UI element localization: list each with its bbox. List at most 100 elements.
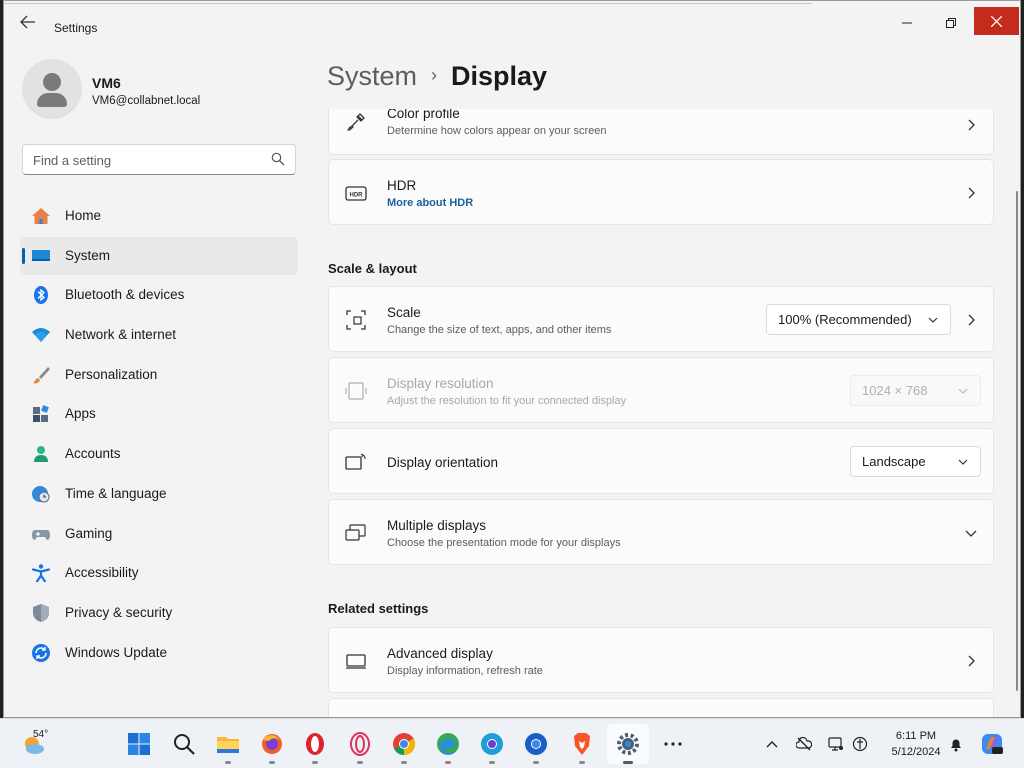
running-indicator <box>269 761 275 764</box>
svg-text:HDR: HDR <box>350 193 364 199</box>
sidebar-item-accounts[interactable]: Accounts <box>20 435 298 473</box>
sidebar-item-windows-update[interactable]: Windows Update <box>20 634 298 672</box>
sidebar-item-apps[interactable]: Apps <box>20 395 298 433</box>
eyedropper-icon <box>346 113 365 131</box>
chevron-right-icon[interactable] <box>965 314 977 326</box>
resolution-dropdown: 1024 × 768 <box>850 375 981 406</box>
accessibility-tray-icon[interactable] <box>852 736 868 752</box>
running-indicator <box>312 761 318 764</box>
running-indicator <box>401 761 407 764</box>
sidebar-item-accessibility[interactable]: Accessibility <box>20 554 298 592</box>
user-email: VM6@collabnet.local <box>92 95 201 107</box>
color-profile-card[interactable]: Color profile Determine how colors appea… <box>328 109 994 155</box>
multiple-displays-card[interactable]: Multiple displays Choose the presentatio… <box>328 499 994 565</box>
taskbar: 54° 6:11 PM 5/12/2024 <box>0 718 1024 768</box>
page-title: Display <box>451 61 548 91</box>
card-subtitle: Choose the presentation mode for your di… <box>387 537 621 549</box>
sidebar-item-label: Accessibility <box>65 565 139 581</box>
chromium-icon[interactable] <box>480 732 504 756</box>
sidebar-item-privacy[interactable]: Privacy & security <box>20 594 298 632</box>
clock[interactable]: 6:11 PM 5/12/2024 <box>886 728 946 760</box>
hdr-icon: HDR <box>345 186 367 201</box>
advanced-display-card[interactable]: Advanced display Display information, re… <box>328 627 994 693</box>
opera-icon[interactable] <box>303 732 327 756</box>
next-card[interactable] <box>328 698 994 717</box>
weather-temp: 54° <box>33 729 49 740</box>
clock-date: 5/12/2024 <box>891 746 941 758</box>
brave-icon[interactable] <box>570 732 594 756</box>
settings-icon[interactable] <box>616 732 640 756</box>
edge-icon[interactable] <box>436 732 460 756</box>
search-icon <box>271 152 285 166</box>
wifi-icon <box>32 328 50 343</box>
sidebar-item-label: Network & internet <box>65 327 177 343</box>
gamepad-icon <box>32 529 50 540</box>
hdr-card[interactable]: HDR HDR More about HDR <box>328 159 994 225</box>
resolution-value: 1024 × 768 <box>862 383 928 398</box>
opera-gx-icon[interactable] <box>348 732 372 756</box>
sidebar-item-personalization[interactable]: Personalization <box>20 356 298 394</box>
arrow-left-icon <box>20 15 35 29</box>
close-button[interactable] <box>974 7 1019 35</box>
shield-icon <box>33 603 49 622</box>
scale-dropdown[interactable]: 100% (Recommended) <box>766 304 951 335</box>
copilot-icon[interactable] <box>980 732 1004 756</box>
card-title: HDR <box>387 178 417 193</box>
more-icon[interactable] <box>661 732 685 756</box>
restore-icon <box>946 18 956 28</box>
system-icon <box>32 249 50 261</box>
sidebar-item-gaming[interactable]: Gaming <box>20 515 298 553</box>
clock-time: 6:11 PM <box>895 730 937 742</box>
start-icon[interactable] <box>127 732 151 756</box>
orientation-dropdown[interactable]: Landscape <box>850 446 981 477</box>
back-button[interactable] <box>18 15 38 31</box>
chrome-dev-icon[interactable] <box>524 732 548 756</box>
apps-icon <box>33 405 49 423</box>
more-about-hdr-link[interactable]: More about HDR <box>387 197 473 209</box>
card-title: Advanced display <box>387 646 493 661</box>
search-placeholder: Find a setting <box>33 153 112 168</box>
scale-card[interactable]: Scale Change the size of text, apps, and… <box>328 286 994 352</box>
multiple-displays-icon <box>345 524 366 541</box>
sidebar-item-label: Gaming <box>65 525 113 541</box>
restore-button[interactable] <box>928 9 974 37</box>
home-icon <box>32 208 50 224</box>
sidebar-item-time-language[interactable]: Time & language <box>20 475 298 513</box>
scrollbar[interactable] <box>1016 191 1018 691</box>
search-icon[interactable] <box>172 732 196 756</box>
running-indicator <box>533 761 539 764</box>
chevron-down-icon <box>958 388 968 394</box>
search-input[interactable]: Find a setting <box>22 144 296 175</box>
minimize-button[interactable] <box>884 9 930 37</box>
sidebar-item-network[interactable]: Network & internet <box>20 316 298 354</box>
sidebar-item-label: Windows Update <box>65 644 168 660</box>
display-resolution-card: Display resolution Adjust the resolution… <box>328 357 994 423</box>
sidebar-item-label: System <box>65 247 111 263</box>
scale-value: 100% (Recommended) <box>778 312 912 327</box>
chevron-down-icon <box>965 530 977 537</box>
update-icon <box>32 643 50 662</box>
chevron-up-icon[interactable] <box>764 736 780 752</box>
display-tray-icon[interactable] <box>828 736 844 752</box>
sidebar-item-label: Personalization <box>65 366 158 382</box>
sidebar-item-label: Apps <box>65 406 96 422</box>
card-subtitle: Adjust the resolution to fit your connec… <box>387 395 627 407</box>
user-name: VM6 <box>92 75 121 91</box>
card-subtitle: Display information, refresh rate <box>387 665 543 677</box>
accounts-icon <box>34 446 48 463</box>
settings-window: Settings VM6 VM6@collabnet.local Find a … <box>3 0 1021 718</box>
chevron-down-icon <box>958 459 968 465</box>
breadcrumb-parent[interactable]: System <box>327 61 417 91</box>
resolution-icon <box>345 382 367 400</box>
running-indicator <box>357 761 363 764</box>
accessibility-icon <box>31 564 51 583</box>
sidebar-item-home[interactable]: Home <box>20 197 298 235</box>
file-explorer-icon[interactable] <box>216 732 240 756</box>
chrome-icon[interactable] <box>392 732 416 756</box>
onedrive-offline-icon[interactable] <box>796 736 812 752</box>
sidebar-item-bluetooth[interactable]: Bluetooth & devices <box>20 276 298 314</box>
sidebar-item-system[interactable]: System <box>20 236 298 275</box>
firefox-icon[interactable] <box>260 732 284 756</box>
chevron-right-icon <box>968 119 975 131</box>
notification-bell-icon[interactable] <box>948 736 964 752</box>
